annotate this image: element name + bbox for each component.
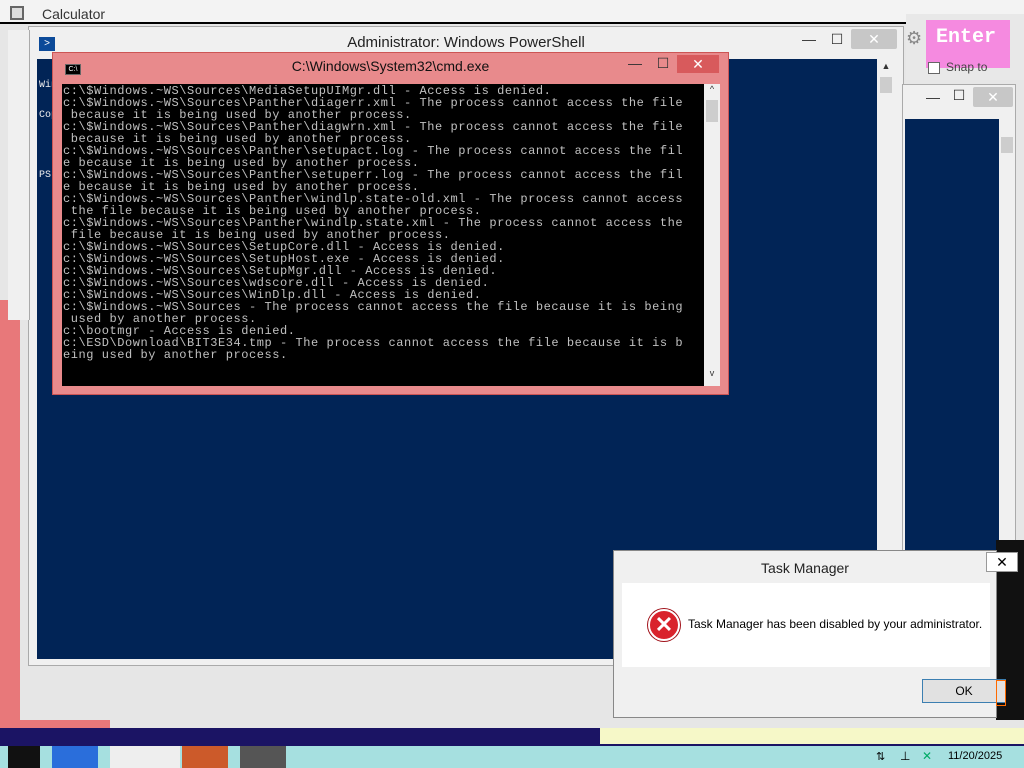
background-window-panel bbox=[8, 30, 30, 320]
secondary-console[interactable] bbox=[905, 119, 999, 553]
calculator-title: Calculator bbox=[42, 6, 106, 22]
taskbar: ⇅ ⊥ ✕ 11/20/2025 bbox=[0, 746, 1024, 768]
background-window-frame bbox=[0, 300, 20, 730]
dialog-title: Task Manager bbox=[761, 560, 849, 576]
start-button[interactable] bbox=[8, 746, 40, 768]
scrollbar-thumb[interactable] bbox=[706, 100, 718, 122]
cmd-window[interactable]: C:\ C:\Windows\System32\cmd.exe — ☐ ✕ c:… bbox=[52, 52, 729, 395]
background-window-strip bbox=[600, 728, 1024, 744]
dialog-content: ✕ Task Manager has been disabled by your… bbox=[622, 583, 990, 667]
powershell-minimize-button[interactable]: — bbox=[799, 31, 819, 47]
background-button-frame bbox=[996, 680, 1006, 706]
scroll-up-icon[interactable]: ▲ bbox=[879, 61, 893, 71]
secondary-scrollbar[interactable] bbox=[999, 119, 1015, 553]
taskbar-calculator-icon[interactable] bbox=[52, 746, 98, 768]
powershell-maximize-button[interactable]: ☐ bbox=[827, 31, 847, 48]
taskbar-browser-icon[interactable] bbox=[182, 746, 228, 768]
error-icon: ✕ bbox=[648, 609, 680, 641]
cmd-maximize-button[interactable]: ☐ bbox=[653, 55, 673, 72]
checkbox-icon[interactable] bbox=[928, 61, 940, 74]
gear-icon[interactable]: ⚙ bbox=[906, 28, 922, 49]
calculator-icon bbox=[10, 6, 24, 20]
snap-to-checkbox[interactable]: Snap to bbox=[928, 60, 987, 74]
scrollbar-thumb[interactable] bbox=[1001, 137, 1013, 153]
dialog-message: Task Manager has been disabled by your a… bbox=[688, 617, 983, 631]
task-manager-dialog[interactable]: Task Manager ✕ Task Manager has been dis… bbox=[613, 550, 1006, 718]
scroll-down-icon[interactable]: v bbox=[705, 368, 719, 378]
taskbar-app-icon[interactable] bbox=[240, 746, 286, 768]
maximize-button[interactable]: ☐ bbox=[951, 87, 967, 104]
on-screen-keyboard[interactable]: ⚙ Enter Snap to bbox=[906, 14, 1024, 80]
close-button[interactable]: ✕ bbox=[973, 87, 1013, 107]
calculator-window-titlebar[interactable] bbox=[0, 0, 1024, 24]
network-status-icon[interactable]: ✕ bbox=[922, 749, 932, 763]
dialog-close-button[interactable]: ✕ bbox=[986, 552, 1018, 572]
cmd-close-button[interactable]: ✕ bbox=[677, 55, 719, 73]
scrollbar-thumb[interactable] bbox=[880, 77, 892, 93]
ok-button[interactable]: OK bbox=[922, 679, 1006, 703]
taskbar-app-icon[interactable] bbox=[110, 746, 180, 768]
cmd-console[interactable]: c:\$Windows.~WS\Sources\MediaSetupUIMgr.… bbox=[62, 84, 704, 386]
network-icon[interactable]: ⇅ bbox=[876, 750, 885, 763]
scroll-up-icon[interactable]: ^ bbox=[705, 84, 719, 94]
cmd-output: c:\$Windows.~WS\Sources\MediaSetupUIMgr.… bbox=[63, 84, 684, 362]
powershell-close-button[interactable]: ✕ bbox=[851, 29, 897, 49]
cmd-minimize-button[interactable]: — bbox=[625, 55, 645, 71]
snap-to-label: Snap to bbox=[946, 60, 988, 74]
minimize-button[interactable]: — bbox=[925, 89, 941, 105]
monitor-icon[interactable]: ⊥ bbox=[900, 749, 910, 763]
tray-clock[interactable]: 11/20/2025 bbox=[948, 750, 1002, 762]
cmd-scrollbar[interactable]: ^ v bbox=[704, 84, 720, 386]
secondary-powershell-window[interactable]: — ☐ ✕ bbox=[902, 84, 1016, 554]
